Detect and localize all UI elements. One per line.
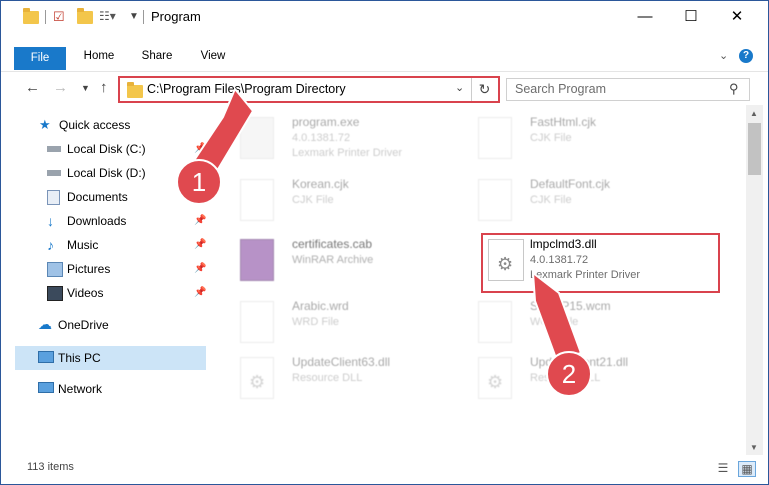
- details-view-icon[interactable]: ☰: [715, 461, 731, 475]
- scrollbar-thumb[interactable]: [748, 123, 761, 175]
- callout-overlay: 1 2: [176, 87, 592, 397]
- explorer-window: ☑ ☷▾ ▼ Program — ☐ ✕ File Home Share Vie…: [0, 0, 769, 485]
- callout-arrow: [531, 270, 583, 363]
- scroll-down-icon[interactable]: ▼: [750, 443, 758, 452]
- callout-number: 1: [192, 167, 206, 197]
- scroll-up-icon[interactable]: ▲: [750, 109, 758, 118]
- status-bar: 113 items ☰ ▦: [1, 455, 768, 484]
- callout-number: 2: [562, 359, 576, 389]
- vertical-scrollbar[interactable]: ▲ ▼: [746, 105, 763, 455]
- tiles-view-icon[interactable]: ▦: [738, 461, 756, 477]
- item-count: 113 items: [27, 461, 74, 473]
